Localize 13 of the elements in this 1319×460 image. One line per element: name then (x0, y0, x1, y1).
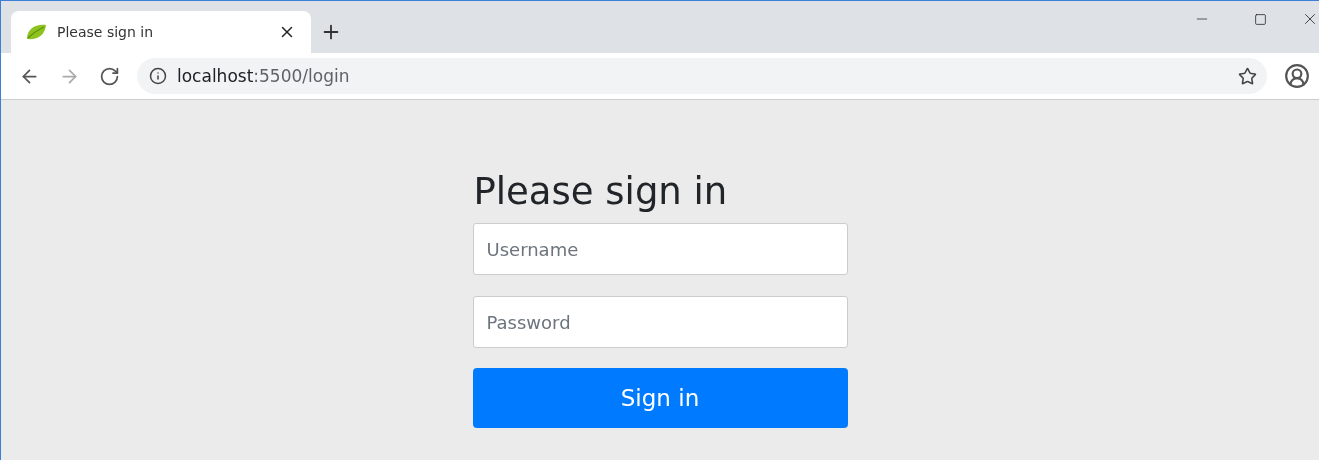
username-field[interactable]: Username (472, 223, 848, 276)
address-bar[interactable]: localhost:5500/login (137, 58, 1267, 94)
url-path: :5500/login (253, 66, 350, 86)
page-heading: Please sign in (473, 170, 729, 215)
star-icon[interactable] (1238, 66, 1257, 86)
browser-tab[interactable]: Please sign in (11, 11, 311, 53)
url-host: localhost (177, 66, 254, 86)
info-icon (149, 67, 167, 85)
profile-icon[interactable] (1283, 64, 1311, 88)
sign-in-button[interactable]: Sign in (472, 368, 848, 429)
leaf-icon (25, 23, 47, 41)
tab-title: Please sign in (57, 24, 155, 40)
password-field[interactable]: Password (472, 296, 848, 349)
